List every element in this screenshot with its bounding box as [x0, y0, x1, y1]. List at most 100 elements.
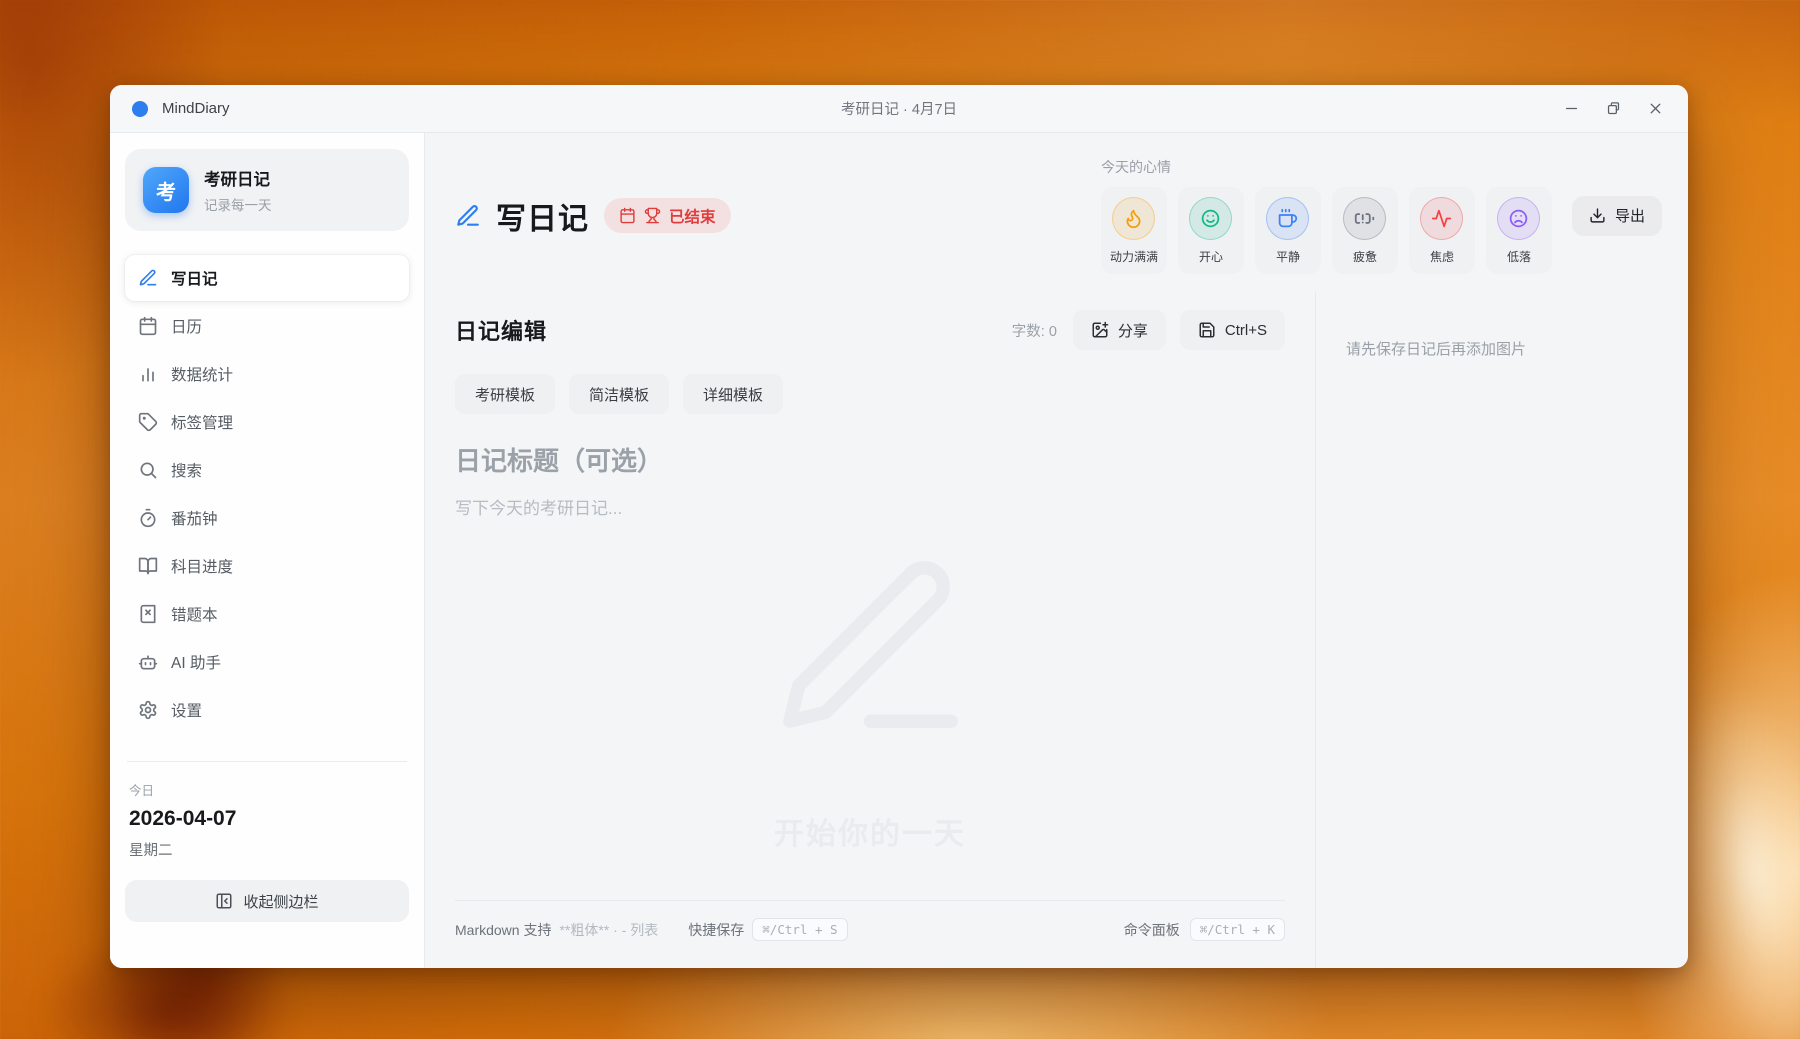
gear-icon [139, 700, 157, 720]
mood-tired-button[interactable]: 疲惫 [1331, 187, 1398, 274]
sidebar-item-statistics[interactable]: 数据统计 [125, 351, 409, 397]
mood-row: 动力满满 开心 平静 疲惫 焦虑 低落 [1100, 187, 1552, 274]
template-kaoyan-button[interactable]: 考研模板 [455, 374, 556, 414]
editor-footer: Markdown 支持 **粗体** · - 列表 快捷保存 ⌘/Ctrl + … [455, 900, 1285, 968]
template-row: 考研模板 简洁模板 详细模板 [455, 374, 1285, 414]
sidebar-item-ai-assistant[interactable]: AI 助手 [125, 639, 409, 685]
editor-section: 日记编辑 字数: 0 分享 Ctrl+S 考研模板 简洁模板 详细模板 日记标题… [425, 292, 1316, 968]
command-palette-kbd: ⌘/Ctrl + K [1189, 918, 1285, 941]
markdown-support-label: Markdown 支持 [455, 921, 552, 938]
mood-name: 低落 [1506, 250, 1531, 264]
avatar: 考 [143, 167, 189, 213]
mood-down-button[interactable]: 低落 [1485, 187, 1552, 274]
sidebar-item-settings[interactable]: 设置 [125, 687, 409, 733]
sidebar-item-label: 科目进度 [171, 559, 234, 576]
app-name: MindDiary [162, 100, 230, 117]
today-date: 2026-04-07 [129, 807, 237, 830]
mood-name: 疲惫 [1352, 250, 1377, 264]
sidebar-item-subject-progress[interactable]: 科目进度 [125, 543, 409, 589]
save-button[interactable]: Ctrl+S [1179, 310, 1285, 350]
mood-name: 开心 [1198, 250, 1223, 264]
page-title: 写日记 [496, 202, 589, 236]
diary-title-input[interactable] [455, 442, 1285, 487]
coffee-icon [1266, 197, 1310, 240]
sidebar-item-mistake-notebook[interactable]: 错题本 [125, 591, 409, 637]
battery-low-icon [1343, 197, 1387, 240]
maximize-button[interactable] [1598, 94, 1628, 124]
search-icon [140, 462, 157, 479]
sidebar-item-label: 数据统计 [171, 367, 234, 384]
mood-motivated-button[interactable]: 动力满满 [1100, 187, 1167, 274]
sidebar-item-pomodoro[interactable]: 番茄钟 [125, 495, 409, 541]
collapse-sidebar-label: 收起侧边栏 [243, 893, 319, 911]
bot-icon [138, 655, 158, 670]
image-panel: 请先保存日记后再添加图片 [1316, 292, 1688, 968]
share-button[interactable]: 分享 [1072, 310, 1166, 350]
tag-icon [138, 412, 158, 432]
sidebar-item-label: 写日记 [171, 271, 218, 288]
image-panel-hint: 请先保存日记后再添加图片 [1346, 341, 1527, 358]
sidebar-item-label: AI 助手 [171, 655, 221, 672]
app-dot-icon [132, 100, 148, 117]
trophy-icon [644, 207, 661, 224]
sidebar-item-label: 日历 [171, 319, 203, 336]
bar-chart-icon [142, 368, 154, 382]
restore-icon [1607, 102, 1619, 115]
mood-calm-button[interactable]: 平静 [1254, 187, 1321, 274]
mood-name: 焦虑 [1429, 250, 1454, 264]
sidebar-item-search[interactable]: 搜索 [125, 447, 409, 493]
sidebar: 考 考研日记 记录每一天 写日记 日历 数据统计 标签管理 搜索 番茄钟 科目进… [110, 133, 425, 968]
app-window: MindDiary 考研日记 · 4月7日 考 考研日记 记录每一天 写日记 日… [110, 85, 1688, 968]
word-count: 字数: 0 [1011, 323, 1057, 340]
template-simple-button[interactable]: 简洁模板 [569, 374, 670, 414]
sidebar-item-write-diary[interactable]: 写日记 [125, 255, 409, 301]
minimize-button[interactable] [1556, 94, 1586, 124]
mood-name: 平静 [1275, 250, 1300, 264]
collapse-sidebar-button[interactable]: 收起侧边栏 [125, 880, 409, 922]
calendar-icon [620, 207, 635, 224]
download-icon [1590, 208, 1605, 223]
mood-happy-button[interactable]: 开心 [1177, 187, 1244, 274]
sidebar-item-tag-management[interactable]: 标签管理 [125, 399, 409, 445]
profile-title: 考研日记 [204, 171, 270, 189]
today-weekday: 星期二 [129, 843, 173, 859]
mood-label: 今天的心情 [1100, 159, 1171, 175]
close-button[interactable] [1640, 94, 1670, 124]
share-label: 分享 [1117, 322, 1148, 340]
markdown-hint: **粗体** · - 列表 [559, 921, 659, 938]
sidebar-item-label: 错题本 [171, 607, 218, 624]
pen-icon [457, 204, 479, 226]
flame-icon [1112, 197, 1156, 240]
activity-icon [1420, 197, 1464, 240]
titlebar[interactable]: MindDiary 考研日记 · 4月7日 [110, 85, 1688, 133]
today-label: 今日 [129, 784, 155, 798]
smile-icon [1189, 197, 1233, 240]
image-plus-icon [1092, 321, 1109, 338]
minimize-icon [1565, 107, 1577, 110]
sidebar-item-label: 标签管理 [171, 415, 234, 432]
template-detailed-button[interactable]: 详细模板 [683, 374, 784, 414]
export-label: 导出 [1614, 208, 1645, 225]
save-icon [1199, 322, 1215, 338]
timer-icon [140, 508, 156, 528]
mood-anxious-button[interactable]: 焦虑 [1408, 187, 1475, 274]
sidebar-nav: 写日记 日历 数据统计 标签管理 搜索 番茄钟 科目进度 错题本 AI 助手 设… [125, 255, 409, 733]
sidebar-item-label: 设置 [171, 703, 203, 720]
book-open-icon [138, 557, 158, 575]
save-label: Ctrl+S [1224, 321, 1267, 339]
mood-name: 动力满满 [1109, 250, 1158, 264]
diary-content-input[interactable] [455, 495, 1285, 900]
frown-icon [1497, 197, 1541, 240]
sidebar-item-label: 搜索 [171, 463, 203, 480]
close-icon [1650, 103, 1660, 114]
quick-save-kbd: ⌘/Ctrl + S [752, 918, 848, 941]
profile-card: 考 考研日记 记录每一天 [125, 149, 409, 231]
export-button[interactable]: 导出 [1571, 195, 1662, 236]
sidebar-item-calendar[interactable]: 日历 [125, 303, 409, 349]
status-badge-label: 已结束 [669, 208, 716, 226]
editor-heading: 日记编辑 [455, 319, 548, 344]
command-palette-label: 命令面板 [1123, 921, 1180, 938]
main-area: 写日记 已结束 今天的心情 动力满满 开心 平静 疲惫 焦虑 低落 导出 日记编… [425, 133, 1688, 968]
book-x-icon [140, 604, 156, 624]
panel-collapse-icon [216, 893, 232, 909]
